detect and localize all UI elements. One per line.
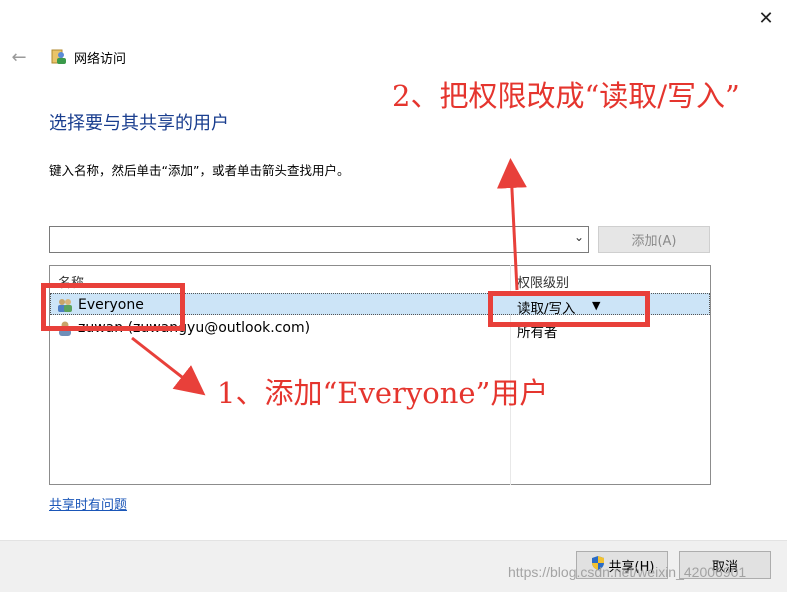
annotation-box-permission: [488, 291, 650, 327]
back-arrow-icon: ←: [11, 46, 27, 68]
chevron-down-icon[interactable]: ⌄: [574, 230, 584, 244]
instruction-text: 键入名称，然后单击“添加”，或者单击箭头查找用户。: [49, 163, 350, 178]
column-header-permission[interactable]: 权限级别: [517, 272, 569, 291]
close-button[interactable]: ✕: [745, 0, 787, 36]
window-title: 网络访问: [74, 52, 127, 67]
back-button[interactable]: ←: [8, 46, 30, 68]
close-icon: ✕: [758, 7, 774, 29]
network-share-icon: [50, 47, 68, 65]
annotation-box-everyone: [41, 283, 185, 331]
annotation-note-1: 1、添加“Everyone”用户: [217, 376, 549, 410]
user-name-combobox[interactable]: ⌄: [49, 226, 589, 253]
watermark-text: https://blog.csdn.net/weixin_42006901: [508, 564, 747, 580]
add-button[interactable]: 添加(A): [598, 226, 710, 253]
page-heading: 选择要与其共享的用户: [49, 113, 229, 134]
annotation-note-2: 2、把权限改成“读取/写入”: [392, 79, 740, 113]
sharing-help-link[interactable]: 共享时有问题: [49, 494, 127, 513]
